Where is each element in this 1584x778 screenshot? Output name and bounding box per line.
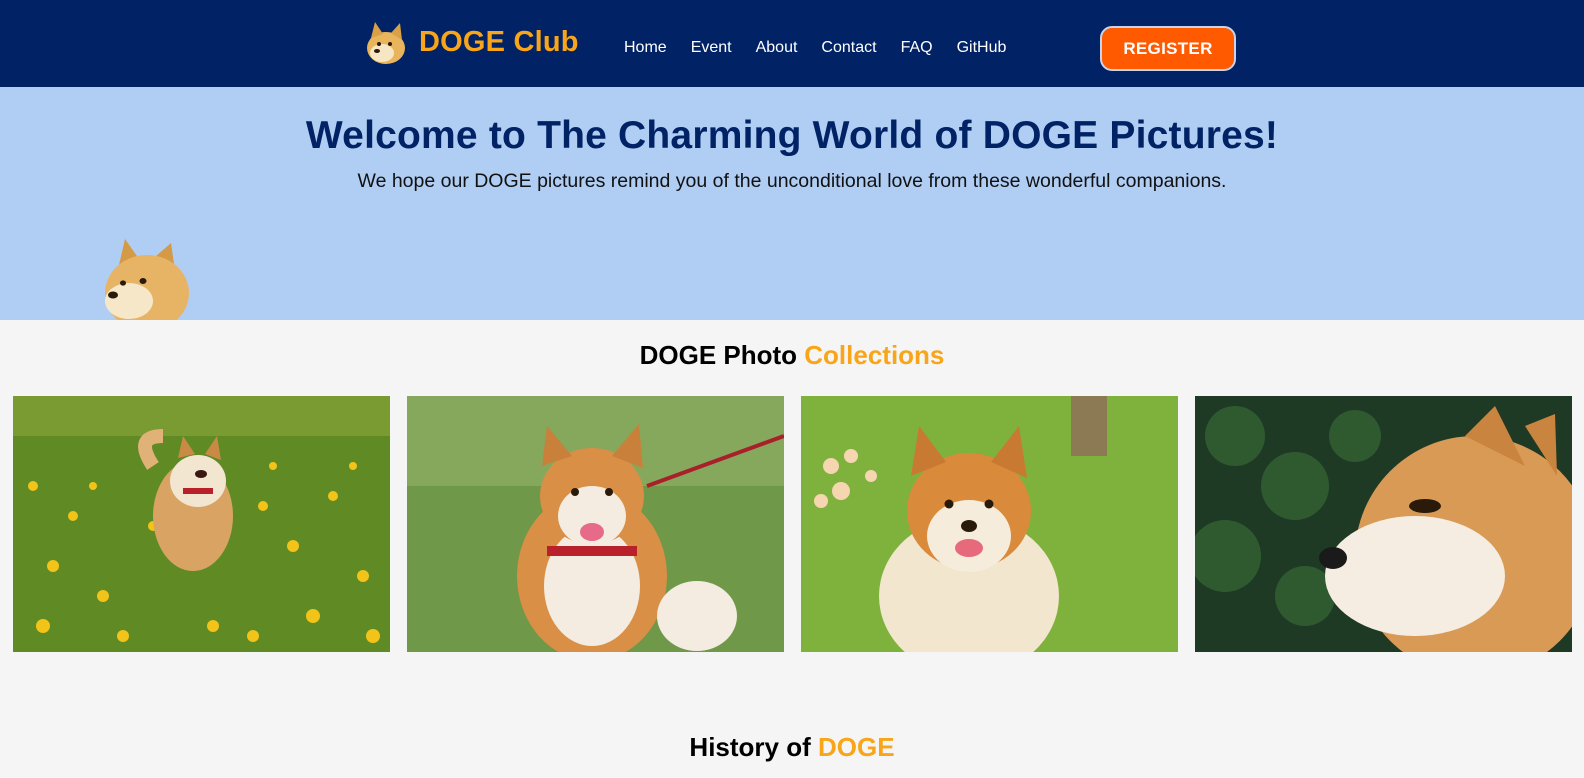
shiba-leash-grass-image xyxy=(407,396,784,652)
nav-event[interactable]: Event xyxy=(691,38,732,58)
collections-title-part1: DOGE Photo xyxy=(639,340,798,370)
logo-text: DOGE Club xyxy=(419,25,579,58)
shiba-garden-smiling-image xyxy=(801,396,1178,652)
photo-gallery xyxy=(13,396,1584,652)
register-button[interactable]: REGISTER xyxy=(1100,26,1236,71)
doge-photo-1[interactable] xyxy=(13,396,390,652)
hero-title: Welcome to The Charming World of DOGE Pi… xyxy=(305,114,1279,157)
history-title-part2: DOGE xyxy=(818,732,895,762)
doge-photo-3[interactable] xyxy=(801,396,1178,652)
collections-title-part2: Collections xyxy=(804,340,945,370)
site-header: DOGE Club Home Event About Contact FAQ G… xyxy=(0,0,1584,87)
nav-faq[interactable]: FAQ xyxy=(901,38,933,58)
main-nav: Home Event About Contact FAQ GitHub xyxy=(624,38,1030,58)
history-title-part1: History of xyxy=(689,732,811,762)
nav-contact[interactable]: Contact xyxy=(821,38,876,58)
collections-title: DOGE Photo Collections xyxy=(0,340,1584,371)
doge-logo-icon xyxy=(367,22,405,64)
doge-photo-4[interactable] xyxy=(1195,396,1572,652)
shiba-side-profile-image xyxy=(1195,396,1572,652)
history-title: History of DOGE xyxy=(0,732,1584,763)
hero-subtitle: We hope our DOGE pictures remind you of … xyxy=(357,170,1227,192)
nav-about[interactable]: About xyxy=(756,38,798,58)
logo[interactable]: DOGE Club xyxy=(365,20,579,64)
doge-photo-2[interactable] xyxy=(407,396,784,652)
shiba-flower-field-image xyxy=(13,396,390,652)
peeking-doge-image xyxy=(105,239,189,320)
nav-github[interactable]: GitHub xyxy=(957,38,1007,58)
nav-home[interactable]: Home xyxy=(624,38,667,58)
hero-banner: Welcome to The Charming World of DOGE Pi… xyxy=(0,87,1584,320)
